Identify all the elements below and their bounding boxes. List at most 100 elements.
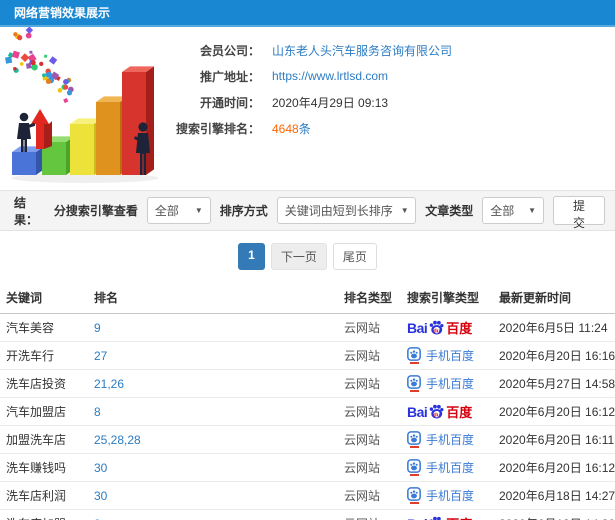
rank-cell[interactable]: 30 [90,453,340,482]
mobile-baidu-logo: 手机百度 [407,431,474,448]
rank-type-cell: 云网站 [340,369,403,398]
rank-cell[interactable]: 21,26 [90,369,340,398]
baidu-paw-icon: du [429,320,444,335]
info-value: 2020年4月29日 09:13 [272,95,389,110]
bar-chart-illustration [0,19,165,187]
baidu-paw-icon: du [429,404,444,419]
table-row[interactable]: 洗车店利润 30 云网站 手机百度 2020年6月18日 14:27 [0,481,615,510]
rank-type-cell: 云网站 [340,509,403,520]
info-value: 4648条 [272,120,311,137]
updated-cell: 2020年6月20日 16:12 [495,397,615,426]
rank-cell[interactable]: 25,28,28 [90,425,340,454]
company-info-list: 会员公司： 山东老人头汽车服务咨询有限公司推广地址： https://www.lrt… [165,27,615,190]
mobile-baidu-logo: 手机百度 [407,347,474,364]
table-row[interactable]: 洗车赚钱吗 30 云网站 手机百度 2020年6月20日 16:12 [0,453,615,482]
engine-cell: Baidu百度 [403,509,495,520]
engine-cell: 手机百度 [403,453,495,482]
keyword-cell: 加盟洗车店 [0,425,90,454]
keyword-cell: 洗车店利润 [0,481,90,510]
updated-cell: 2020年5月27日 14:58 [495,369,615,398]
mobile-baidu-paw-icon [407,347,421,361]
pagination-next-button[interactable]: 下一页 [270,243,327,270]
rank-count: 4648 [272,121,299,136]
page-header: 网络营销效果展示 [0,0,615,27]
updated-cell: 2020年6月18日 14:30 [495,509,615,520]
info-value[interactable]: 山东老人头汽车服务咨询有限公司 [272,42,452,59]
mobile-baidu-paw-icon [407,375,421,389]
page-title: 网络营销效果展示 [14,6,111,20]
baidu-logo: Baidu百度 [407,514,472,520]
keyword-cell: 洗车店加盟 [0,509,90,520]
rank-type-cell: 云网站 [340,481,403,510]
baidu-paw-icon: du [430,516,442,520]
rank-cell[interactable]: 27 [90,341,340,370]
keyword-cell: 汽车加盟店 [0,397,90,426]
updated-cell: 2020年6月20日 16:12 [495,453,615,482]
arrow-up-icon [31,109,52,149]
rank-type-cell: 云网站 [340,425,403,454]
info-row: 会员公司： 山东老人头汽车服务咨询有限公司 [165,37,615,63]
pagination-last-button[interactable]: 尾页 [332,243,377,270]
mobile-baidu-paw-icon [407,487,421,501]
baidu-logo: Baidu百度 [407,319,473,337]
rank-cell[interactable]: 9 [90,313,340,342]
engine-cell: 手机百度 [403,481,495,510]
chevron-down-icon: ▼ [194,206,203,215]
table-row[interactable]: 汽车加盟店 8 云网站 Bai du 百度 2020年6月20日 16:12 [0,397,615,426]
info-row: 搜索引擎排名： 4648条 [165,115,615,141]
info-row: 开通时间： 2020年4月29日 09:13 [165,89,615,115]
keyword-cell: 洗车赚钱吗 [0,453,90,482]
table-row[interactable]: 汽车美容 9 云网站 Bai du 百度 2020年6月5日 11:24 [0,313,615,342]
keyword-cell: 汽车美容 [0,313,90,342]
table-row[interactable]: 洗车店加盟 3 云网站 Baidu百度 2020年6月18日 14:30 [0,509,615,520]
engine-cell: 手机百度 [403,341,495,370]
rank-cell[interactable]: 3 [90,509,340,520]
rank-type-cell: 云网站 [340,453,403,482]
svg-text:du: du [434,412,441,418]
businessman-left [17,112,36,152]
info-label: 搜索引擎排名： [175,121,260,136]
mobile-baidu-logo: 手机百度 [407,459,474,476]
info-value[interactable]: https://www.lrtlsd.com [272,69,388,83]
mobile-baidu-logo: 手机百度 [407,487,474,504]
info-label: 开通时间： [199,95,260,110]
baidu-logo: Baidu百度 [407,403,473,421]
result-label: 结果： [14,195,39,227]
chevron-down-icon: ▼ [400,206,409,215]
article-type-label: 文章类型 [425,204,474,218]
keyword-ranking-table: 关键词 排名 排名类型 搜索引擎类型 最新更新时间 汽车美容 9 云网站 Bai… [0,281,615,520]
mobile-baidu-paw-icon [407,459,421,473]
table-row[interactable]: 加盟洗车店 25,28,28 云网站 手机百度 2020年6月20日 16:11 [0,425,615,454]
header-rank-type: 排名类型 [340,281,403,314]
engine-filter-label: 分搜索引擎查看 [53,204,138,218]
submit-button[interactable]: 提交 [553,196,605,230]
updated-cell: 2020年6月5日 11:24 [495,313,615,342]
info-label: 推广地址： [199,69,260,84]
rank-cell[interactable]: 8 [90,397,340,426]
rank-type-cell: 云网站 [340,397,403,426]
engine-filter-value: 全部 [154,204,179,218]
table-row[interactable]: 洗车店投资 21,26 云网站 手机百度 2020年5月27日 14:58 [0,369,615,398]
engine-filter-select[interactable]: 全部 ▼ [146,197,211,224]
updated-cell: 2020年6月20日 16:11 [495,425,615,454]
header-rank: 排名 [90,281,340,314]
updated-cell: 2020年6月20日 16:16 [495,341,615,370]
chevron-down-icon: ▼ [528,206,537,215]
sort-filter-value: 关键词由短到长排序 [284,204,393,218]
mobile-baidu-paw-icon [407,431,421,445]
pagination-page-1[interactable]: 1 [238,243,265,270]
mobile-baidu-logo: 手机百度 [407,375,474,392]
article-type-select[interactable]: 全部 ▼ [482,197,545,224]
sort-filter-select[interactable]: 关键词由短到长排序 ▼ [276,197,417,224]
rank-cell[interactable]: 30 [90,481,340,510]
keyword-cell: 开洗车行 [0,341,90,370]
rank-type-cell: 云网站 [340,313,403,342]
keyword-cell: 洗车店投资 [0,369,90,398]
header-updated: 最新更新时间 [495,281,615,314]
article-type-value: 全部 [490,204,515,218]
table-row[interactable]: 开洗车行 27 云网站 手机百度 2020年6月20日 16:16 [0,341,615,370]
info-section: 会员公司： 山东老人头汽车服务咨询有限公司推广地址： https://www.lrt… [0,19,615,190]
updated-cell: 2020年6月18日 14:27 [495,481,615,510]
svg-text:du: du [434,328,441,334]
bar-chart-illustration-svg [4,19,159,183]
